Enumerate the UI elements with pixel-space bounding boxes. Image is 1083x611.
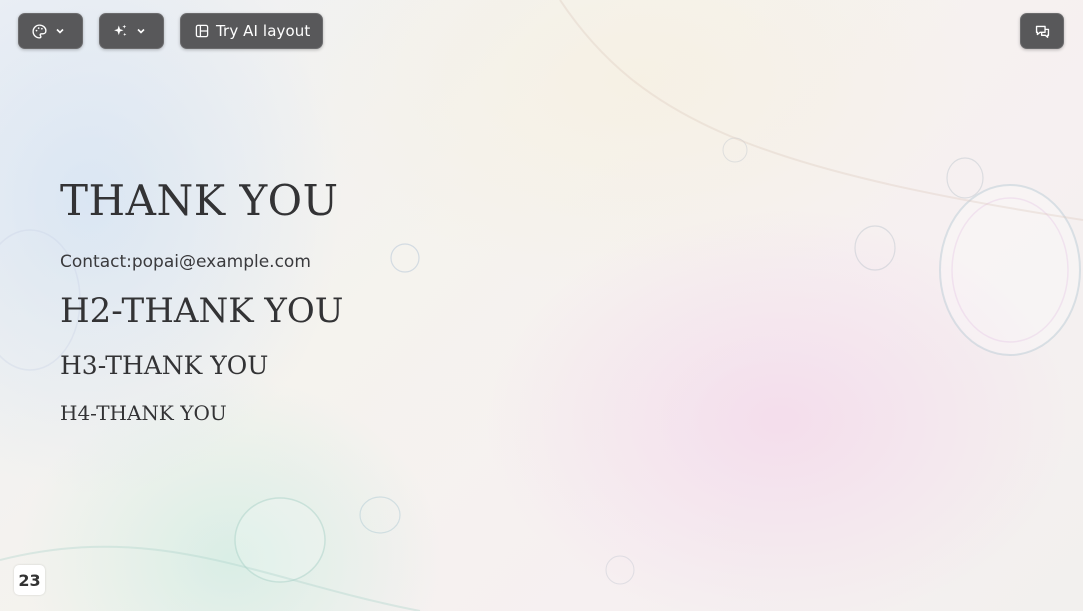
sparkle-icon bbox=[112, 23, 129, 40]
contact-text[interactable]: Contact:popai@example.com bbox=[60, 252, 311, 272]
heading-h3[interactable]: H3-THANK YOU bbox=[60, 351, 268, 380]
comments-icon bbox=[1034, 23, 1051, 40]
theme-button[interactable] bbox=[18, 13, 83, 49]
try-ai-layout-label: Try AI layout bbox=[216, 22, 311, 40]
page-number: 23 bbox=[14, 565, 45, 595]
layout-icon bbox=[194, 23, 210, 39]
try-ai-layout-button[interactable]: Try AI layout bbox=[180, 13, 323, 49]
chevron-down-icon bbox=[54, 25, 66, 37]
heading-h4[interactable]: H4-THANK YOU bbox=[60, 401, 227, 425]
palette-icon bbox=[31, 23, 48, 40]
slide-canvas[interactable]: Try AI layout THANK YOU Contact:popai@ex… bbox=[0, 0, 1083, 611]
heading-h2[interactable]: H2-THANK YOU bbox=[60, 291, 343, 331]
ai-magic-button[interactable] bbox=[99, 13, 164, 49]
chevron-down-icon bbox=[135, 25, 147, 37]
slide-title[interactable]: THANK YOU bbox=[60, 176, 339, 225]
comments-button[interactable] bbox=[1020, 13, 1064, 49]
